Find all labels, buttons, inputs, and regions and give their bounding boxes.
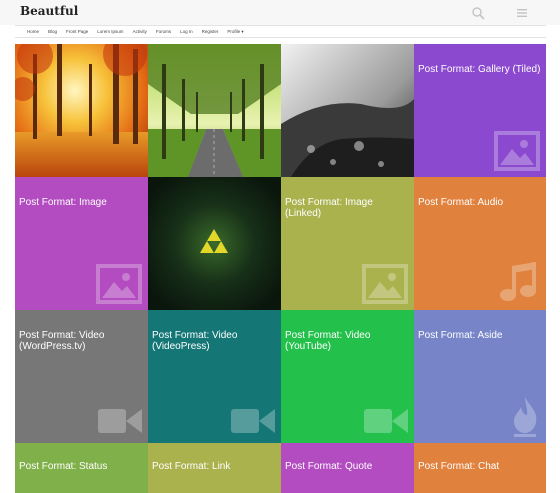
- post-tile-road-photo[interactable]: [148, 44, 281, 177]
- post-tile-video-youtube[interactable]: Post Format: Video (YouTube): [281, 310, 414, 443]
- post-grid: Post Format: Gallery (Tiled) Post Format…: [15, 44, 546, 493]
- post-title[interactable]: Post Format: Gallery (Tiled): [418, 64, 542, 75]
- post-tile-status[interactable]: Post Format: Status: [15, 443, 148, 493]
- video-camera-icon: [231, 409, 275, 433]
- post-tile-gallery[interactable]: Post Format: Gallery (Tiled): [414, 44, 546, 177]
- music-note-icon: [500, 262, 536, 301]
- nav-item-log-in[interactable]: Log In: [180, 29, 193, 34]
- post-title[interactable]: Post Format: Audio: [418, 197, 542, 208]
- main-navigation: Home Blog Front Page Lorem Ipsum Activit…: [15, 25, 546, 38]
- gallery-icon: [494, 131, 540, 171]
- post-title[interactable]: Post Format: Image (Linked): [285, 197, 410, 219]
- post-title[interactable]: Post Format: Image: [19, 197, 144, 208]
- post-tile-link[interactable]: Post Format: Link: [148, 443, 281, 493]
- post-tile-chat[interactable]: Post Format: Chat: [414, 443, 546, 493]
- post-tile-triforce[interactable]: [148, 177, 281, 310]
- post-tile-image-linked[interactable]: Post Format: Image (Linked): [281, 177, 414, 310]
- nav-item-lorem-ipsum[interactable]: Lorem Ipsum: [97, 29, 123, 34]
- rock-closeup-image: [281, 44, 414, 177]
- post-title[interactable]: Post Format: Chat: [418, 461, 542, 472]
- search-icon[interactable]: [471, 6, 485, 20]
- nav-item-blog[interactable]: Blog: [48, 29, 57, 34]
- image-icon: [96, 264, 142, 304]
- nav-item-home[interactable]: Home: [27, 29, 39, 34]
- site-title[interactable]: Beautful: [20, 4, 78, 18]
- post-tile-video-wordpress[interactable]: Post Format: Video (WordPress.tv): [15, 310, 148, 443]
- post-tile-image[interactable]: Post Format: Image: [15, 177, 148, 310]
- post-title[interactable]: Post Format: Video (WordPress.tv): [19, 330, 144, 352]
- post-title[interactable]: Post Format: Status: [19, 461, 144, 472]
- post-title[interactable]: Post Format: Aside: [418, 330, 542, 341]
- post-tile-rock-photo[interactable]: [281, 44, 414, 177]
- nav-item-forums[interactable]: Forums: [156, 29, 171, 34]
- triforce-image: [148, 177, 281, 310]
- video-camera-icon: [98, 409, 142, 433]
- nav-item-activity[interactable]: Activity: [133, 29, 147, 34]
- video-camera-icon: [364, 409, 408, 433]
- nav-item-register[interactable]: Register: [202, 29, 219, 34]
- nav-item-profile[interactable]: Profile ▾: [227, 29, 243, 35]
- flame-icon: [514, 397, 537, 437]
- image-icon: [362, 264, 408, 304]
- tree-road-image: [148, 44, 281, 177]
- autumn-forest-image: [15, 44, 148, 177]
- post-title[interactable]: Post Format: Video (YouTube): [285, 330, 410, 352]
- post-tile-aside[interactable]: Post Format: Aside: [414, 310, 546, 443]
- menu-icon[interactable]: [515, 6, 529, 20]
- post-title[interactable]: Post Format: Video (VideoPress): [152, 330, 277, 352]
- post-tile-autumn-photo[interactable]: [15, 44, 148, 177]
- post-tile-audio[interactable]: Post Format: Audio: [414, 177, 546, 310]
- post-title[interactable]: Post Format: Quote: [285, 461, 410, 472]
- post-title[interactable]: Post Format: Link: [152, 461, 277, 472]
- nav-item-front-page[interactable]: Front Page: [66, 29, 88, 34]
- post-tile-video-videopress[interactable]: Post Format: Video (VideoPress): [148, 310, 281, 443]
- site-header: Beautful: [0, 0, 560, 25]
- post-tile-quote[interactable]: Post Format: Quote: [281, 443, 414, 493]
